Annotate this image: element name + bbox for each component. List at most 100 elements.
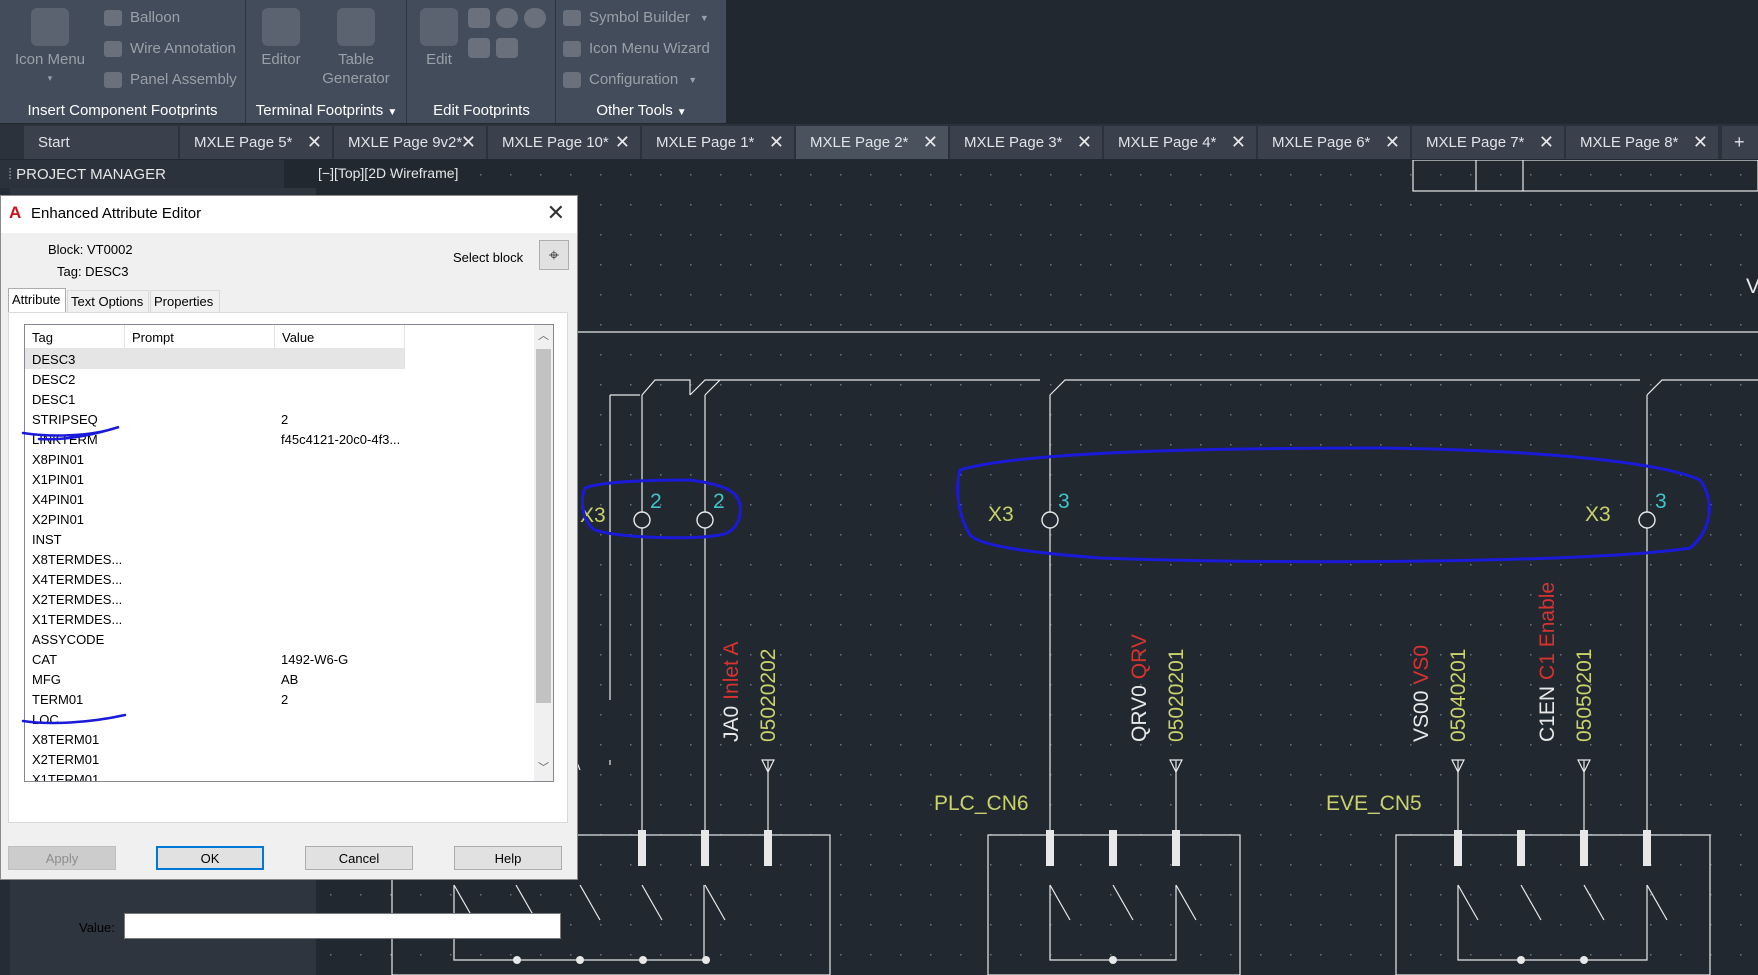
list-scrollbar[interactable]: ︿ ﹀	[534, 325, 553, 781]
wire-annotation-button[interactable]: Wire Annotation	[104, 40, 236, 57]
row-tag: X8TERMDES...	[32, 552, 123, 567]
close-icon[interactable]: ✕	[1693, 132, 1708, 153]
close-icon[interactable]: ✕	[923, 132, 938, 153]
tool-icon-5[interactable]	[496, 38, 518, 58]
table-row[interactable]: CAT 1492-W6-G	[25, 649, 405, 669]
table-row[interactable]: DESC1	[25, 389, 405, 409]
project-manager-header[interactable]: ⁞ PROJECT MANAGER	[0, 160, 284, 188]
tab-mxle-page-1[interactable]: MXLE Page 1* ✕	[642, 126, 794, 159]
close-icon[interactable]: ✕	[1077, 132, 1092, 153]
icon-menu-button[interactable]: Icon Menu ▾	[14, 8, 86, 88]
select-block-button[interactable]: ⌖	[539, 240, 569, 270]
table-row[interactable]: TERM01 2	[25, 689, 405, 709]
table-row[interactable]: X8TERM01	[25, 729, 405, 749]
close-icon[interactable]: ✕	[307, 132, 322, 153]
tab-properties[interactable]: Properties	[150, 290, 220, 312]
table-row[interactable]: ASSYCODE	[25, 629, 405, 649]
wire-number-05050201: 05050201	[1573, 649, 1596, 742]
table-row[interactable]: X1PIN01	[25, 469, 405, 489]
table-row[interactable]: X1TERM01	[25, 769, 405, 781]
tool-icon-4[interactable]	[468, 38, 490, 58]
tab-mxle-page-5[interactable]: MXLE Page 5* ✕	[180, 126, 332, 159]
row-tag: DESC1	[32, 392, 76, 407]
table-row[interactable]: X1TERMDES...	[25, 609, 405, 629]
tab-text-options[interactable]: Text Options	[67, 290, 149, 312]
table-row[interactable]: DESC2	[25, 369, 405, 389]
column-header-tag[interactable]: Tag	[25, 325, 125, 349]
close-icon[interactable]: ✕	[1539, 132, 1554, 153]
table-generator-button[interactable]: Table Generator	[313, 8, 399, 88]
wire-number-05020201: 05020201	[1165, 649, 1188, 742]
close-icon[interactable]: ✕	[769, 132, 784, 153]
wire-label-qrv0: QRV0QRV	[1128, 634, 1151, 742]
wire-annotation-icon	[104, 40, 122, 57]
tab-mxle-page-9v2[interactable]: MXLE Page 9v2* ✕	[334, 126, 486, 159]
close-icon[interactable]: ✕	[461, 132, 476, 153]
viewport-label[interactable]: [−][Top][2D Wireframe]	[318, 165, 458, 181]
close-icon[interactable]: ✕	[1231, 132, 1246, 153]
scroll-down-icon[interactable]: ﹀	[534, 759, 553, 779]
table-generator-label-1: Table	[338, 51, 374, 68]
tab-mxle-page-2[interactable]: MXLE Page 2* ✕	[796, 126, 948, 159]
tab-label: Start	[38, 134, 70, 151]
close-icon[interactable]: ✕	[1385, 132, 1400, 153]
tab-mxle-page-8[interactable]: MXLE Page 8* ✕	[1566, 126, 1718, 159]
balloon-icon	[104, 9, 122, 26]
tab-label: MXLE Page 4*	[1118, 134, 1217, 151]
value-input[interactable]	[124, 913, 561, 939]
table-row[interactable]: X4PIN01	[25, 489, 405, 509]
apply-button[interactable]: Apply	[8, 846, 116, 870]
close-icon[interactable]: ✕	[547, 200, 565, 226]
table-row[interactable]: INST	[25, 529, 405, 549]
table-row[interactable]: X2PIN01	[25, 509, 405, 529]
panel-other-tools: Symbol Builder ▼ Icon Menu Wizard Configu…	[557, 0, 726, 123]
tab-attribute[interactable]: Attribute	[8, 288, 66, 312]
wire-label-ja0: JA0Inlet A	[720, 641, 743, 742]
panel-assembly-button[interactable]: Panel Assembly	[104, 71, 237, 88]
balloon-button[interactable]: Balloon	[104, 9, 180, 26]
panel-title-terminal-footprints[interactable]: Terminal Footprints ▼	[247, 102, 406, 119]
row-value: 1492-W6-G	[281, 652, 349, 667]
configuration-label: Configuration	[589, 71, 679, 88]
tab-start[interactable]: Start	[24, 126, 178, 159]
table-row[interactable]: X8PIN01	[25, 449, 405, 469]
tab-mxle-page-6[interactable]: MXLE Page 6* ✕	[1258, 126, 1410, 159]
tab-mxle-page-3[interactable]: MXLE Page 3* ✕	[950, 126, 1102, 159]
chevron-down-icon: ▼	[387, 107, 398, 118]
column-header-value[interactable]: Value	[275, 325, 405, 349]
table-row[interactable]: MFG AB	[25, 669, 405, 689]
editor-button[interactable]: Editor	[253, 8, 309, 69]
cancel-button[interactable]: Cancel	[305, 846, 413, 870]
panel-title-other-tools[interactable]: Other Tools ▼	[557, 102, 726, 119]
table-row[interactable]: X8TERMDES...	[25, 549, 405, 569]
tab-mxle-page-7[interactable]: MXLE Page 7* ✕	[1412, 126, 1564, 159]
tool-icon-2[interactable]	[496, 8, 518, 28]
new-tab-button[interactable]: +	[1722, 126, 1758, 159]
table-row[interactable]: X2TERMDES...	[25, 589, 405, 609]
table-generator-label-2: Generator	[322, 70, 390, 87]
edit-label: Edit	[426, 51, 452, 68]
ok-button[interactable]: OK	[156, 846, 264, 870]
connector-label-plc-cn6: PLC_CN6	[934, 792, 1029, 815]
table-row[interactable]: X4TERMDES...	[25, 569, 405, 589]
configuration-button[interactable]: Configuration ▼	[563, 71, 697, 88]
tool-icon-1[interactable]	[468, 8, 490, 28]
table-row[interactable]: DESC3	[25, 349, 405, 369]
edit-button[interactable]: Edit	[414, 8, 464, 69]
row-tag: X1TERMDES...	[32, 612, 123, 627]
scroll-up-icon[interactable]: ︿	[534, 327, 553, 347]
help-button[interactable]: Help	[454, 846, 562, 870]
tab-mxle-page-10[interactable]: MXLE Page 10* ✕	[488, 126, 640, 159]
table-row[interactable]: X2TERM01	[25, 749, 405, 769]
symbol-builder-button[interactable]: Symbol Builder ▼	[563, 9, 709, 26]
column-header-prompt[interactable]: Prompt	[125, 325, 275, 349]
tool-icon-3[interactable]	[524, 8, 546, 28]
block-label: Block: VT0002	[48, 242, 133, 257]
terminal-number-left-2: 2	[713, 490, 725, 513]
tab-mxle-page-4[interactable]: MXLE Page 4* ✕	[1104, 126, 1256, 159]
icon-menu-wizard-button[interactable]: Icon Menu Wizard	[563, 40, 710, 57]
scroll-thumb[interactable]	[536, 349, 551, 703]
terminal-number-left-1: 2	[650, 490, 662, 513]
wire-label-vs00: VS00VS0	[1410, 645, 1433, 742]
close-icon[interactable]: ✕	[615, 132, 630, 153]
